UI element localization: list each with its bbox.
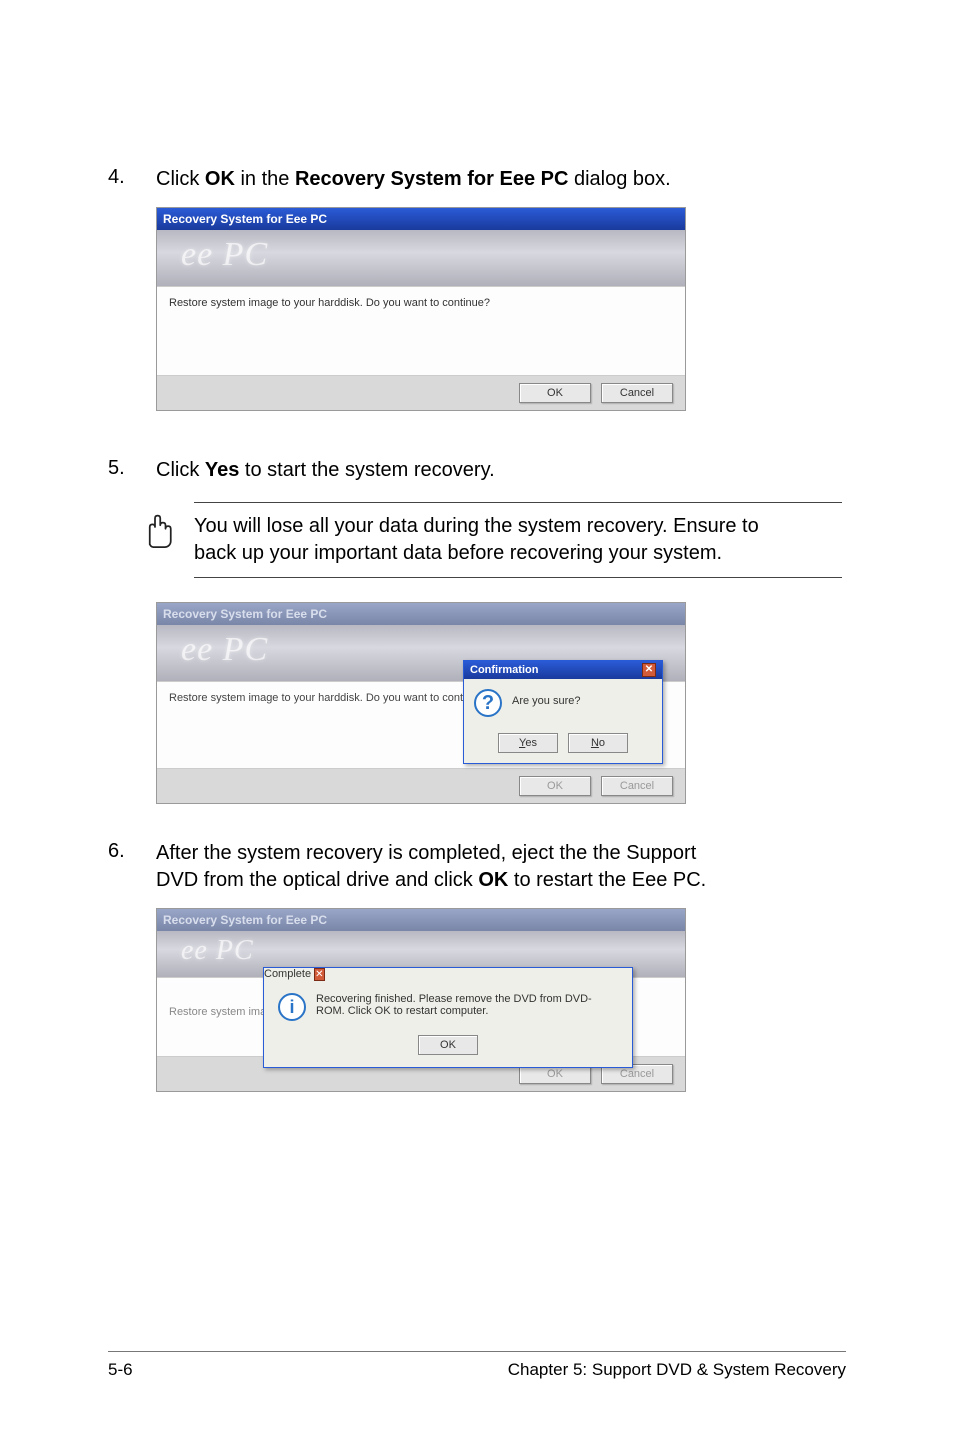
text-frag: dialog box. [568,168,670,190]
step-text: Click OK in the Recovery System for Eee … [156,166,846,193]
dialog-body: Restore system image to your harddisk. D… [157,681,685,769]
step-text: Click Yes to start the system recovery. [156,457,846,484]
modal-button-row: Yes No [464,727,662,763]
modal-message: Recovering finished. Please remove the D… [316,993,618,1017]
ok-button[interactable]: OK [418,1035,478,1055]
banner-logo: ee PC [181,236,268,274]
dialog-title: Recovery System for Eee PC [163,212,327,226]
text-frag: Click [156,168,205,190]
text-frag: to start the system recovery. [239,459,494,481]
dialog-body-text: Restore system image to your harddisk. D… [169,297,490,309]
screenshot-recovery-dialog-2: Recovery System for Eee PC ee PC Restore… [156,602,686,804]
modal-body: ? Are you sure? [464,679,662,727]
note-line: You will lose all your data during the s… [194,515,759,537]
step-number: 4. [108,166,156,189]
step-number: 5. [108,457,156,480]
btn-rest: o [599,737,605,749]
step-5: 5. Click Yes to start the system recover… [108,457,846,484]
text-frag: to restart the Eee PC. [508,869,706,891]
yes-button[interactable]: Yes [498,733,558,753]
hand-icon [134,506,176,548]
question-icon: ? [474,689,502,717]
modal-titlebar: Confirmation ✕ [464,661,662,679]
dialog-button-row: OK Cancel [157,376,685,410]
text-frag: in the [235,168,295,190]
page-footer: 5-6 Chapter 5: Support DVD & System Reco… [108,1351,846,1380]
text-bold: Yes [205,459,239,481]
dialog-titlebar-inactive: Recovery System for Eee PC [157,603,685,625]
text-bold: OK [205,168,235,190]
text-frag: Click [156,459,205,481]
banner-logo: ee PC [181,631,268,669]
dialog-title: Recovery System for Eee PC [163,913,327,927]
modal-message: Are you sure? [512,689,580,707]
confirmation-dialog: Confirmation ✕ ? Are you sure? Yes No [463,660,663,764]
text-frag: DVD from the optical drive and click [156,869,478,891]
ok-button[interactable]: OK [519,776,591,796]
screenshot-recovery-dialog-1: Recovery System for Eee PC ee PC Restore… [156,207,686,411]
mnemonic: N [591,737,599,749]
chapter-title: Chapter 5: Support DVD & System Recovery [508,1360,846,1380]
step-text: After the system recovery is completed, … [156,840,846,894]
modal-titlebar: Complete ✕ [264,968,632,981]
close-icon[interactable]: ✕ [642,663,656,677]
screenshot-recovery-dialog-3: Recovery System for Eee PC ee PC Restore… [156,908,686,1092]
close-icon[interactable]: ✕ [314,968,324,981]
dialog-button-row: OK Cancel [157,769,685,803]
modal-button-row: OK [264,1029,632,1067]
text-bold: OK [478,869,508,891]
page-number: 5-6 [108,1360,133,1380]
cancel-button[interactable]: Cancel [601,776,673,796]
dialog-banner: ee PC [157,230,685,286]
modal-title: Complete [264,968,311,980]
dialog-body: Restore system image to your harddisk. D… [157,286,685,376]
modal-body: i Recovering finished. Please remove the… [264,981,632,1029]
no-button[interactable]: No [568,733,628,753]
complete-dialog: Complete ✕ i Recovering finished. Please… [263,967,633,1068]
dialog-body-text: Restore system image to your harddisk. D… [169,688,490,704]
btn-rest: es [525,737,537,749]
dialog-title: Recovery System for Eee PC [163,607,327,621]
note-text: You will lose all your data during the s… [194,502,842,578]
note-block: You will lose all your data during the s… [134,502,842,578]
step-6: 6. After the system recovery is complete… [108,840,846,894]
modal-title: Confirmation [470,664,538,676]
dialog-titlebar: Recovery System for Eee PC [157,208,685,230]
info-icon: i [278,993,306,1021]
text-bold: Recovery System for Eee PC [295,168,568,190]
step-number: 6. [108,840,156,863]
text-frag: After the system recovery is completed, … [156,842,696,864]
note-line: back up your important data before recov… [194,542,722,564]
cancel-button[interactable]: Cancel [601,383,673,403]
ok-button[interactable]: OK [519,383,591,403]
dialog-titlebar-inactive: Recovery System for Eee PC [157,909,685,931]
banner-logo: ee PC [181,935,254,967]
step-4: 4. Click OK in the Recovery System for E… [108,166,846,193]
